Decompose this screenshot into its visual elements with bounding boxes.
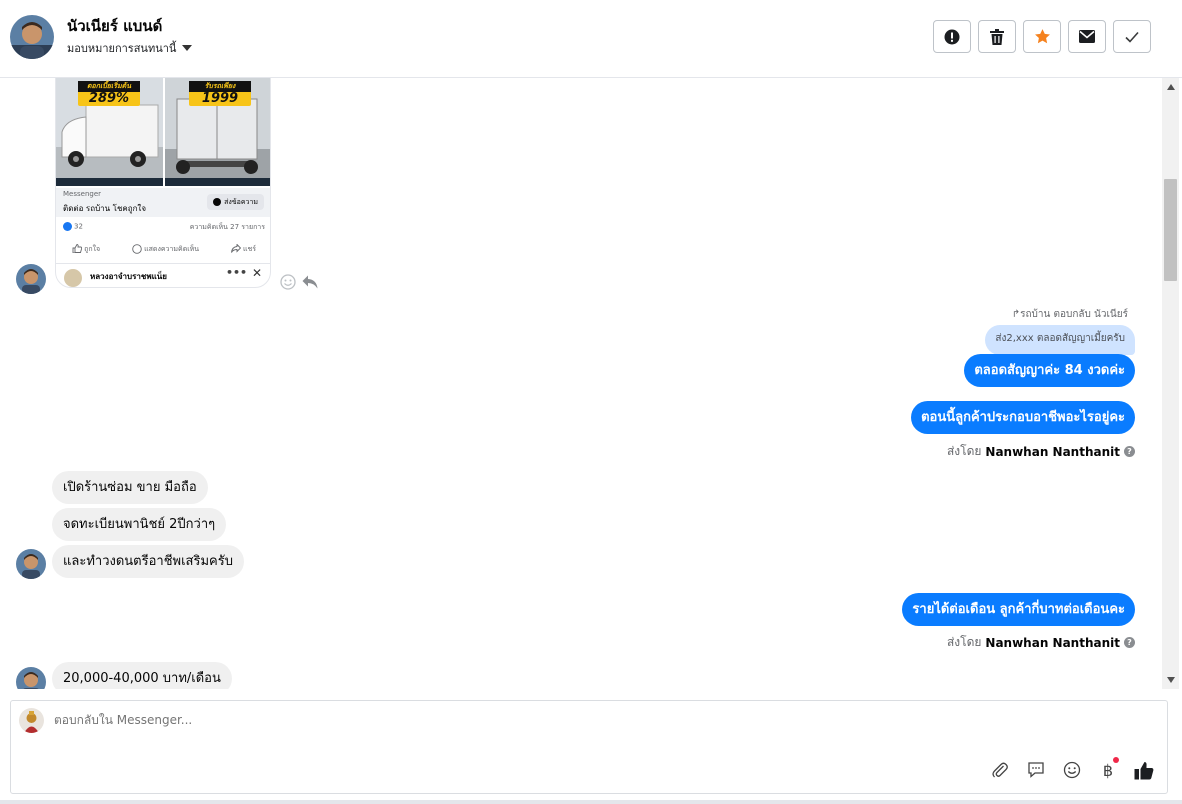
reply-context-label: ↱รถบ้าน ตอบกลับ นัวเนียร์ [1011,309,1128,320]
comment-action-label: แสดงความคิดเห็น [144,244,200,253]
help-icon[interactable]: ? [1124,446,1135,457]
like-action-label: ถูกใจ [84,244,101,253]
attach-button[interactable] [989,759,1011,781]
commenter-avatar [64,269,82,287]
sender-name: Nanwhan Nanthanit [985,444,1120,459]
header-actions [933,20,1151,53]
promo-left-value: 289% [88,91,130,106]
delete-button[interactable] [978,20,1016,53]
post-images: ดอกเบี้ยเริ่มต้น 289% รับรถเพียง 1999 [56,78,270,186]
thumbs-up-outline-icon [72,244,82,254]
sent-by-line: ส่งโดย Nanwhan Nanthanit ? [947,633,1135,652]
post-meta: Messenger ติดต่อ รถบ้าน โชคถูกใจ ส่งข้อค… [56,188,270,217]
post-actions: ถูกใจ แสดงความคิดเห็น แชร์ [56,239,270,259]
shared-post-card[interactable]: ดอกเบี้ยเริ่มต้น 289% รับรถเพียง 1999 Me… [55,78,271,288]
envelope-icon [1079,30,1095,43]
post-image-left: ดอกเบี้ยเริ่มต้น 289% [56,78,163,186]
reply-input[interactable] [54,713,654,727]
promo-badge-right: รับรถเพียง 1999 [189,81,251,106]
star-icon [1034,29,1050,44]
saved-reply-button[interactable] [1025,759,1047,781]
payment-button[interactable]: ฿ [1097,757,1119,781]
comment-count: ความคิดเห็น 27 รายการ [189,223,265,231]
messenger-inbox: นัวเนียร์ แบนด์ มอบหมายการสนทนานี้ ดอกเบ… [0,0,1182,804]
caret-down-icon [182,45,193,51]
image-footer-strip [165,178,270,186]
more-options-icon[interactable]: ••• [226,266,247,279]
contact-avatar-small [16,264,46,294]
assign-conversation-dropdown[interactable]: มอบหมายการสนทนานี้ [67,39,193,57]
share-action[interactable]: แชร์ [230,243,257,255]
sent-by-line: ส่งโดย Nanwhan Nanthanit ? [947,442,1135,461]
incoming-message[interactable]: 20,000-40,000 บาท/เดือน [52,662,232,689]
assign-label: มอบหมายการสนทนานี้ [67,42,177,55]
commenter-name: หลวงอาจำบราชพแน็ย [90,272,167,281]
saved-reply-icon [1028,762,1044,778]
mark-done-button[interactable] [1113,20,1151,53]
sent-by-label: ส่งโดย [946,444,982,458]
contact-name: นัวเนียร์ แบนด์ [67,17,163,35]
promo-right-value: 1999 [201,91,239,106]
send-like-button[interactable] [1133,759,1155,781]
share-action-label: แชร์ [243,244,257,253]
incoming-message[interactable]: เปิดร้านซ่อม ขาย มือถือ [52,471,208,504]
star-button[interactable] [1023,20,1061,53]
check-icon [1125,31,1139,43]
scroll-up-arrow-icon[interactable] [1167,84,1175,90]
post-comment-preview: หลวงอาจำบราชพแน็ย ••• ✕ [56,263,270,287]
outgoing-message[interactable]: ตลอดสัญญาค่ะ 84 งวดค่ะ [964,354,1135,387]
like-action[interactable]: ถูกใจ [72,244,100,255]
composer-tools: ฿ [989,757,1155,781]
emoji-button[interactable] [1061,759,1083,781]
outgoing-message[interactable]: รายได้ต่อเดือน ลูกค้ากี่บาทต่อเดือนคะ [902,593,1135,626]
mark-unread-button[interactable] [1068,20,1106,53]
notification-dot [1113,757,1119,763]
promo-badge-left: ดอกเบี้ยเริ่มต้น 289% [78,81,140,106]
scroll-down-arrow-icon[interactable] [1167,677,1175,683]
thumbs-up-icon [1134,761,1154,779]
sent-by-label: ส่งโดย [946,635,982,649]
like-reaction-icon [63,222,72,231]
post-title: ติดต่อ รถบ้าน โชคถูกใจ [63,204,147,213]
paperclip-icon [992,762,1008,778]
quoted-message: ส่ง2,xxx ตลอดสัญญาเมี้ยครับ [985,325,1135,355]
comment-action[interactable]: แสดงความคิดเห็น [132,243,200,255]
baht-icon: ฿ [1102,760,1114,780]
emoji-icon [1063,761,1081,779]
mark-spam-button[interactable] [933,20,971,53]
like-count: 32 [74,222,83,231]
post-stats: 32 ความคิดเห็น 27 รายการ [63,222,265,231]
sender-name: Nanwhan Nanthanit [985,635,1120,650]
post-image-right: รับรถเพียง 1999 [165,78,270,186]
thread-scrollbar[interactable] [1162,78,1179,689]
alert-icon [944,29,960,44]
reply-arrow-icon[interactable] [302,275,318,289]
outgoing-message[interactable]: ตอนนี้ลูกค้าประกอบอาชีพอะไรอยู่คะ [911,401,1135,434]
contact-avatar-small [16,549,46,579]
send-message-label: ส่งข้อความ [224,197,258,206]
bottom-border [0,800,1182,804]
message-hover-actions [280,274,318,290]
scroll-thumb[interactable] [1164,179,1177,281]
comment-bubble-icon [132,243,142,254]
page-avatar [19,708,44,733]
conversation-header: นัวเนียร์ แบนด์ มอบหมายการสนทนานี้ [0,0,1182,78]
incoming-message[interactable]: จดทะเบียนพานิชย์ 2ปีกว่าๆ [52,508,227,541]
send-message-button[interactable]: ส่งข้อความ [207,194,264,210]
incoming-message[interactable]: และทำวงดนตรีอาชีพเสริมครับ [52,545,244,578]
contact-avatar[interactable] [10,15,54,59]
smiley-icon[interactable] [280,274,296,290]
contact-avatar-small [16,667,46,689]
close-icon[interactable]: ✕ [252,266,262,280]
image-footer-strip [56,178,163,186]
trash-icon [990,28,1004,45]
share-arrow-icon [230,243,241,253]
post-source: Messenger [63,190,102,198]
reply-composer: ฿ [10,700,1168,794]
help-icon[interactable]: ? [1124,637,1135,648]
message-thread[interactable]: ดอกเบี้ยเริ่มต้น 289% รับรถเพียง 1999 Me… [0,78,1162,689]
messenger-icon [213,198,222,206]
